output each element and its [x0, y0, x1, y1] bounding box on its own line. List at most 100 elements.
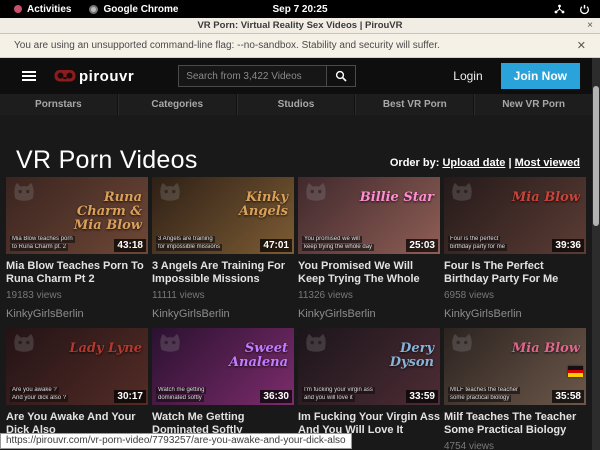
nav-item-pornstars[interactable]: Pornstars	[0, 94, 118, 115]
video-views: 19183 views	[6, 290, 148, 301]
duration-badge: 35:58	[552, 390, 584, 403]
thumbnail-overlay-name: Kinky Angels	[208, 191, 288, 219]
video-card[interactable]: Dery Dyson I'm fucking your virgin assan…	[298, 328, 440, 450]
order-upload-date-link[interactable]: Upload date	[442, 157, 505, 169]
power-tray-icon[interactable]	[579, 4, 590, 15]
logo-text: pirouvr	[79, 68, 134, 85]
cat-watermark-icon	[11, 180, 37, 202]
nav-item-best-vr-porn[interactable]: Best VR Porn	[355, 94, 474, 115]
thumbnail-overlay-name: Dery Dyson	[354, 342, 434, 370]
video-views: 4754 views	[444, 441, 586, 450]
order-by: Order by: Upload date | Most viewed	[390, 157, 580, 175]
cat-watermark-icon	[303, 180, 329, 202]
nav-item-studios[interactable]: Studios	[237, 94, 356, 115]
cat-watermark-icon	[157, 331, 183, 353]
nav-item-new-vr-porn[interactable]: New VR Porn	[474, 94, 592, 115]
network-tray-icon[interactable]	[554, 4, 565, 14]
cat-watermark-icon	[11, 331, 37, 353]
order-by-label: Order by:	[390, 157, 440, 169]
video-studio-link[interactable]: KinkyGirlsBerlin	[444, 308, 586, 320]
page-heading-row: VR Porn Videos Order by: Upload date | M…	[0, 115, 592, 175]
video-views: 11326 views	[298, 290, 440, 301]
video-thumbnail[interactable]: Kinky Angels 3 Angels are trainingfor im…	[152, 177, 294, 254]
sandbox-warning-bar: You are using an unsupported command-lin…	[0, 34, 600, 58]
search-input[interactable]	[178, 65, 326, 87]
video-studio-link[interactable]: KinkyGirlsBerlin	[298, 308, 440, 320]
order-most-viewed-link[interactable]: Most viewed	[515, 157, 580, 169]
vertical-scrollbar[interactable]	[592, 58, 600, 450]
status-bar-url: https://pirouvr.com/vr-porn-video/779325…	[0, 433, 352, 449]
focused-app-menu[interactable]: Google Chrome	[89, 4, 178, 15]
video-card[interactable]: Lady Lyne Are you awake ?And your dick a…	[6, 328, 148, 450]
site-logo[interactable]: pirouvr	[54, 68, 134, 85]
video-card[interactable]: Kinky Angels 3 Angels are trainingfor im…	[152, 177, 294, 320]
video-title[interactable]: 3 Angels Are Training For Impossible Mis…	[152, 260, 294, 286]
vr-goggles-icon	[54, 69, 76, 83]
activities-button[interactable]: Activities	[14, 4, 71, 15]
duration-badge: 43:18	[114, 239, 146, 252]
video-studio-link[interactable]: KinkyGirlsBerlin	[6, 308, 148, 320]
video-thumbnail[interactable]: Mia Blow MILF teaches the teachersome pr…	[444, 328, 586, 405]
duration-badge: 25:03	[406, 239, 438, 252]
video-thumbnail[interactable]: Runa Charm & Mia Blow Mia Blow teaches p…	[6, 177, 148, 254]
tab-close-icon[interactable]: ×	[587, 20, 593, 31]
warning-close-icon[interactable]: ✕	[573, 39, 590, 52]
browser-tab-bar: VR Porn: Virtual Reality Sex Videos | Pi…	[0, 18, 600, 34]
video-title[interactable]: Mia Blow Teaches Porn To Runa Charm Pt 2	[6, 260, 148, 286]
page-content: pirouvr Login Join Now PornstarsCategori…	[0, 58, 592, 450]
video-card[interactable]: Billie Star You promised we willkeep try…	[298, 177, 440, 320]
thumbnail-caption: Are you awake ?And your dick also ?	[10, 387, 114, 402]
thumbnail-overlay-name: Mia Blow	[512, 191, 580, 205]
duration-badge: 47:01	[260, 239, 292, 252]
cat-watermark-icon	[157, 180, 183, 202]
activities-indicator-icon	[14, 5, 22, 13]
scrollbar-thumb[interactable]	[593, 86, 599, 226]
video-views: 11111 views	[152, 290, 294, 301]
thumbnail-caption: You promised we willkeep trying the whol…	[302, 236, 406, 251]
cat-watermark-icon	[303, 331, 329, 353]
cat-watermark-icon	[449, 180, 475, 202]
german-flag-icon	[568, 366, 583, 377]
browser-viewport: pirouvr Login Join Now PornstarsCategori…	[0, 58, 600, 450]
video-title[interactable]: Milf Teaches The Teacher Some Practical …	[444, 411, 586, 437]
nav-item-categories[interactable]: Categories	[118, 94, 237, 115]
focused-app-label: Google Chrome	[103, 4, 178, 15]
menu-hamburger-icon[interactable]	[22, 71, 36, 81]
search-button[interactable]	[326, 65, 356, 87]
video-thumbnail[interactable]: Sweet Analena Watch me gettingdominated …	[152, 328, 294, 405]
duration-badge: 30:17	[114, 390, 146, 403]
cat-watermark-icon	[449, 331, 475, 353]
video-thumbnail[interactable]: Lady Lyne Are you awake ?And your dick a…	[6, 328, 148, 405]
system-top-bar: Activities Google Chrome Sep 7 20:25	[0, 0, 600, 18]
login-link[interactable]: Login	[445, 69, 490, 83]
thumbnail-caption: Mia Blow teaches pornto Runa Charm pt. 2	[10, 236, 114, 251]
thumbnail-overlay-name: Billie Star	[360, 191, 434, 205]
thumbnail-caption: I'm fucking your virgin assand you will …	[302, 387, 406, 402]
video-card[interactable]: Runa Charm & Mia Blow Mia Blow teaches p…	[6, 177, 148, 320]
video-title[interactable]: You Promised We Will Keep Trying The Who…	[298, 260, 440, 286]
thumbnail-caption: Watch me gettingdominated softly	[156, 387, 260, 402]
video-card[interactable]: Mia Blow MILF teaches the teachersome pr…	[444, 328, 586, 450]
tab-title[interactable]: VR Porn: Virtual Reality Sex Videos | Pi…	[0, 20, 600, 31]
duration-badge: 36:30	[260, 390, 292, 403]
search-bar	[178, 65, 356, 87]
duration-badge: 33:59	[406, 390, 438, 403]
screen: Activities Google Chrome Sep 7 20:25 VR …	[0, 0, 600, 450]
video-thumbnail[interactable]: Dery Dyson I'm fucking your virgin assan…	[298, 328, 440, 405]
page-title: VR Porn Videos	[16, 146, 198, 175]
video-thumbnail[interactable]: Billie Star You promised we willkeep try…	[298, 177, 440, 254]
thumbnail-caption: MILF teaches the teachersome practical b…	[448, 387, 552, 402]
video-thumbnail[interactable]: Mia Blow Four is the perfectbirthday par…	[444, 177, 586, 254]
video-card[interactable]: Sweet Analena Watch me gettingdominated …	[152, 328, 294, 450]
video-title[interactable]: Four Is The Perfect Birthday Party For M…	[444, 260, 586, 286]
video-studio-link[interactable]: KinkyGirlsBerlin	[152, 308, 294, 320]
thumbnail-caption: Four is the perfectbirthday party for me	[448, 236, 552, 251]
thumbnail-overlay-name: Runa Charm & Mia Blow	[62, 191, 142, 233]
video-views: 6958 views	[444, 290, 586, 301]
video-card[interactable]: Mia Blow Four is the perfectbirthday par…	[444, 177, 586, 320]
chrome-app-icon	[89, 5, 98, 14]
join-now-button[interactable]: Join Now	[501, 63, 580, 89]
thumbnail-overlay-name: Lady Lyne	[69, 342, 142, 356]
main-nav: PornstarsCategoriesStudiosBest VR PornNe…	[0, 94, 592, 115]
site-header: pirouvr Login Join Now	[0, 58, 592, 94]
